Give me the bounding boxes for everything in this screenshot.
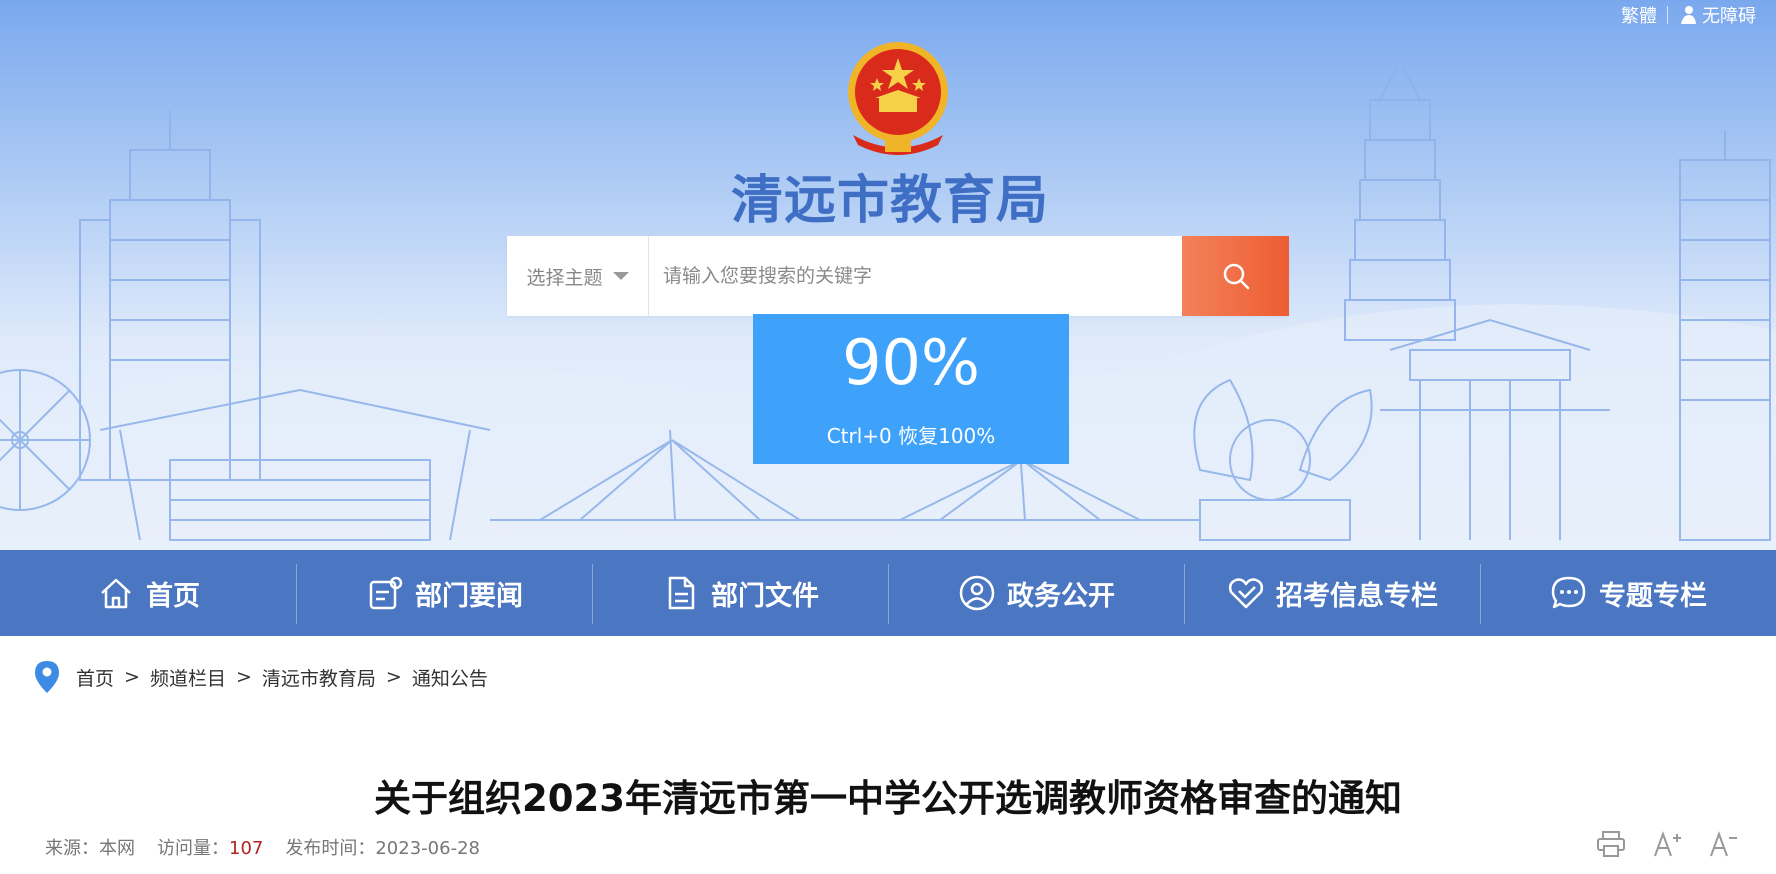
font-decrease-icon bbox=[1710, 831, 1737, 857]
nav-item-government-affairs[interactable]: 政务公开 bbox=[888, 550, 1184, 636]
nav-label: 专题专栏 bbox=[1599, 580, 1707, 612]
search-icon bbox=[1223, 263, 1249, 290]
article-views: 访问量：107 bbox=[157, 834, 263, 860]
font-decrease-button[interactable] bbox=[1708, 830, 1738, 858]
header-banner: 繁體 无障碍 清远市教育局 选择主题 请输入您要搜索的关键字 90% Ctrl+… bbox=[0, 0, 1776, 550]
nav-label: 部门文件 bbox=[711, 580, 819, 612]
article-meta: 来源：本网 访问量：107 发布时间：2023-06-28 bbox=[45, 834, 480, 860]
breadcrumb-separator: > bbox=[385, 666, 402, 688]
views-count: 107 bbox=[229, 838, 264, 859]
source-label: 来源： bbox=[45, 838, 99, 859]
breadcrumb-bureau[interactable]: 清远市教育局 bbox=[262, 664, 376, 691]
article-source: 来源：本网 bbox=[45, 834, 135, 860]
news-icon bbox=[369, 576, 403, 610]
font-increase-icon bbox=[1654, 831, 1681, 857]
nav-item-department-news[interactable]: 部门要闻 bbox=[296, 550, 592, 636]
zoom-level-overlay: 90% Ctrl+0 恢复100% bbox=[753, 314, 1069, 464]
article-title: 关于组织2023年清远市第一中学公开选调教师资格审查的通知 bbox=[374, 777, 1402, 820]
printer-icon bbox=[1597, 831, 1625, 857]
breadcrumb-separator: > bbox=[124, 666, 140, 688]
breadcrumb-notices[interactable]: 通知公告 bbox=[412, 664, 488, 691]
breadcrumb-channel[interactable]: 频道栏目 bbox=[150, 664, 226, 691]
date-label: 发布时间： bbox=[285, 838, 376, 859]
search-input[interactable] bbox=[649, 236, 1182, 316]
location-pin-icon bbox=[35, 661, 59, 693]
nav-label: 政务公开 bbox=[1007, 580, 1115, 612]
article-date: 发布时间：2023-06-28 bbox=[285, 834, 480, 860]
main-navigation: 首页 部门要闻 部门文件 政务公开 招考信息专栏 专题专栏 bbox=[0, 550, 1776, 636]
article-tools bbox=[1596, 830, 1738, 858]
traditional-chinese-link[interactable]: 繁體 bbox=[1621, 2, 1657, 28]
breadcrumb: 首页 > 频道栏目 > 清远市教育局 > 通知公告 bbox=[34, 661, 488, 693]
accessibility-link[interactable]: 无障碍 bbox=[1678, 2, 1756, 28]
font-increase-button[interactable] bbox=[1652, 830, 1682, 858]
breadcrumb-separator: > bbox=[235, 666, 252, 688]
user-circle-icon bbox=[959, 575, 995, 611]
heart-check-icon bbox=[1228, 578, 1264, 609]
document-icon bbox=[668, 576, 695, 610]
nav-item-recruitment-info[interactable]: 招考信息专栏 bbox=[1184, 550, 1480, 636]
site-title: 清远市教育局 bbox=[730, 171, 1049, 231]
nav-item-home[interactable]: 首页 bbox=[0, 550, 296, 636]
chevron-down-icon bbox=[612, 272, 629, 280]
topic-select[interactable]: 选择主题 bbox=[507, 236, 649, 316]
chat-icon bbox=[1551, 576, 1586, 609]
national-emblem-icon bbox=[848, 42, 948, 155]
search-bar: 选择主题 bbox=[507, 236, 1289, 316]
home-icon bbox=[101, 578, 131, 609]
zoom-level-value: 90% bbox=[842, 326, 980, 399]
nav-item-department-documents[interactable]: 部门文件 bbox=[592, 550, 888, 636]
zoom-reset-hint: Ctrl+0 恢复100% bbox=[826, 424, 996, 448]
accessibility-label: 无障碍 bbox=[1702, 6, 1756, 27]
nav-label: 招考信息专栏 bbox=[1276, 580, 1438, 612]
nav-item-special-topics[interactable]: 专题专栏 bbox=[1480, 550, 1776, 636]
breadcrumb-home[interactable]: 首页 bbox=[76, 664, 114, 691]
search-button[interactable] bbox=[1182, 236, 1289, 316]
nav-label: 部门要闻 bbox=[415, 580, 523, 612]
date-value: 2023-06-28 bbox=[375, 838, 480, 859]
top-links-divider bbox=[1667, 6, 1668, 24]
print-button[interactable] bbox=[1596, 830, 1626, 858]
accessibility-person-icon bbox=[1681, 6, 1696, 24]
topic-select-label: 选择主题 bbox=[526, 266, 603, 289]
views-label: 访问量： bbox=[157, 838, 229, 859]
top-utility-links: 繁體 无障碍 bbox=[1621, 2, 1756, 28]
nav-label: 首页 bbox=[146, 580, 200, 612]
source-value: 本网 bbox=[99, 838, 135, 859]
